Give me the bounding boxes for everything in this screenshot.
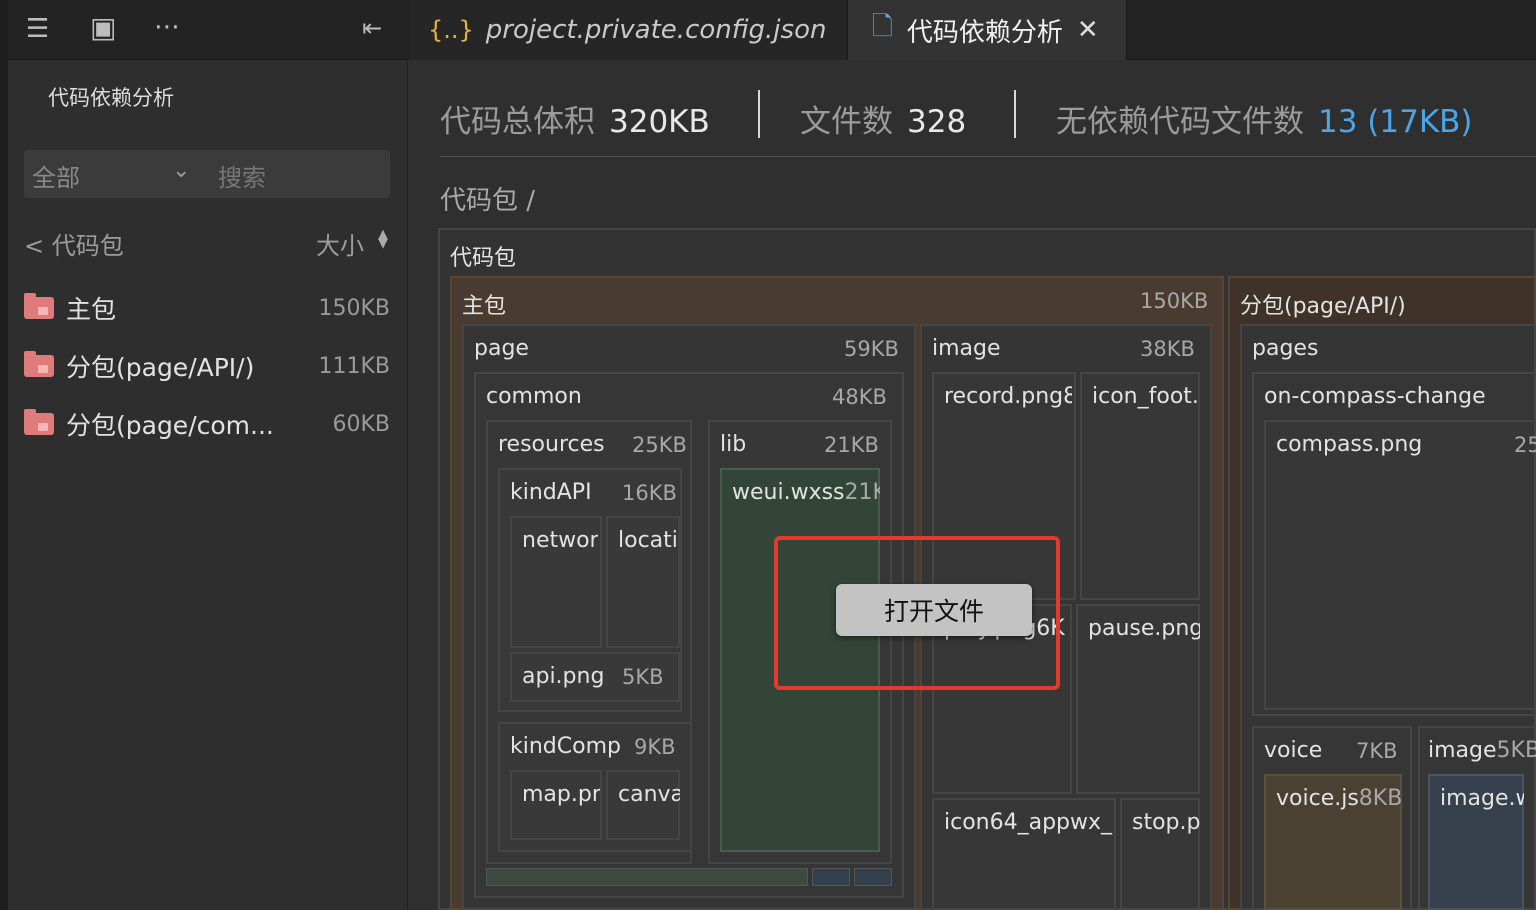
breadcrumb[interactable]: 代码包 / [440, 180, 535, 217]
node-label: image5KB [1428, 738, 1536, 763]
node-label: voice.js8KB [1276, 786, 1402, 811]
node-label: image [932, 336, 1001, 361]
stat-label: 代码总体积 [440, 104, 595, 140]
main-panel: 代码总体积 320KB 文件数 328 无依赖代码文件数 13 (17KB) 代码包 … [408, 60, 1536, 910]
stat-label: 文件数 [800, 104, 893, 140]
left-strip [0, 0, 8, 910]
tab-label: project.private.config.json [485, 15, 827, 45]
stat-total-size: 代码总体积 320KB [440, 96, 710, 141]
item-name: 分包(page/com... [66, 411, 274, 440]
tab-config-json[interactable]: {..} project.private.config.json [410, 0, 846, 60]
back-link[interactable]: < 代码包 [24, 226, 124, 261]
node-label: weui.wxss21K [732, 480, 880, 505]
sidebar: 代码依赖分析 全部 ⌄ 搜索 < 代码包 大小 ▲ ▼ 主包 150KB 分包(p… [8, 60, 408, 910]
node-label: kindComp [510, 734, 621, 759]
filter-bar: 全部 ⌄ 搜索 [24, 150, 390, 198]
node-label: kindAPI [510, 480, 592, 505]
node-size: 25KB [632, 433, 687, 457]
sort-arrows-icon[interactable]: ▲ ▼ [378, 228, 388, 250]
node-size: 48KB [832, 385, 887, 409]
divider [758, 90, 760, 138]
stat-file-count: 文件数 328 [800, 96, 966, 141]
node-label: pages [1252, 336, 1319, 361]
node-size: 5KB [622, 665, 664, 689]
node-label: locati [618, 528, 678, 553]
node-label: page [474, 336, 529, 361]
item-size: 150KB [318, 295, 390, 321]
node-size: 9KB [634, 735, 676, 759]
node-label: 分包(page/API/) [1240, 294, 1406, 319]
treemap-small-node[interactable] [486, 868, 808, 886]
item-name: 主包 [66, 295, 117, 324]
save-icon[interactable]: ▣ [90, 14, 116, 42]
collapse-sidebar-icon[interactable]: ⇤ [362, 16, 382, 40]
node-label: common [486, 384, 582, 409]
node-label: compass.png [1276, 432, 1423, 457]
node-label: icon_foot. [1092, 384, 1198, 409]
treemap-compass-png[interactable] [1264, 420, 1536, 710]
stat-value: 320KB [609, 104, 710, 140]
node-size: 150KB [1140, 289, 1209, 313]
item-size: 111KB [318, 353, 390, 379]
node-label: 主包 [462, 294, 507, 319]
more-icon[interactable]: ⋯ [154, 14, 180, 40]
treemap-root-label: 代码包 [450, 246, 517, 271]
node-label: voice [1264, 738, 1323, 763]
node-label: stop.p [1132, 810, 1200, 835]
folder-icon [24, 293, 54, 319]
stat-value: 328 [907, 104, 967, 140]
sidebar-item-subpackage-com[interactable]: 分包(page/com... 60KB [24, 404, 390, 444]
node-label: pause.png [1088, 616, 1200, 641]
node-label: networ [522, 528, 598, 553]
chevron-down-icon[interactable]: ⌄ [172, 158, 190, 183]
sidebar-item-main-package[interactable]: 主包 150KB [24, 288, 390, 328]
node-size: 21KB [824, 433, 879, 457]
header-divider [440, 156, 1536, 157]
node-size: 38KB [1140, 337, 1195, 361]
stat-label: 无依赖代码文件数 [1056, 104, 1304, 140]
node-label: record.png8 [944, 384, 1072, 409]
node-label: canva [618, 782, 680, 807]
divider [1014, 90, 1016, 138]
sidebar-title: 代码依赖分析 [48, 86, 174, 110]
node-label: resources [498, 432, 605, 457]
treemap-small-node[interactable] [812, 868, 850, 886]
folder-icon [24, 409, 54, 435]
node-label: lib [720, 432, 747, 457]
item-name: 分包(page/API/) [66, 353, 255, 382]
filter-select[interactable]: 全部 [32, 158, 80, 193]
folder-icon [24, 351, 54, 377]
stat-value[interactable]: 13 (17KB) [1318, 104, 1473, 140]
tab-dependency-analysis[interactable]: 🗋 代码依赖分析 ✕ [847, 0, 1127, 60]
node-label: map.pr [522, 782, 600, 807]
sidebar-item-subpackage-api[interactable]: 分包(page/API/) 111KB [24, 346, 390, 386]
file-icon: 🗋 [872, 12, 893, 42]
json-brace-icon: {..} [428, 16, 474, 44]
node-label: api.png [522, 664, 605, 689]
close-icon[interactable]: ✕ [1077, 15, 1099, 45]
node-label: icon64_appwx_ [944, 810, 1113, 835]
node-label: on-compass-change [1264, 384, 1486, 409]
open-file-menu-item[interactable]: 打开文件 [836, 584, 1032, 636]
node-label: image.w [1440, 786, 1524, 811]
stat-no-dependency: 无依赖代码文件数 13 (17KB) [1056, 96, 1473, 141]
search-input[interactable]: 搜索 [218, 158, 266, 193]
node-size: 7KB [1356, 739, 1398, 763]
node-size: 59KB [844, 337, 899, 361]
node-size: 16KB [622, 481, 677, 505]
item-size: 60KB [332, 411, 390, 437]
tab-label: 代码依赖分析 [906, 17, 1063, 48]
sort-label[interactable]: 大小 [316, 226, 364, 261]
node-size: 25 [1514, 433, 1536, 457]
outline-list-icon[interactable]: ☰ [26, 16, 49, 42]
treemap-small-node[interactable] [854, 868, 892, 886]
